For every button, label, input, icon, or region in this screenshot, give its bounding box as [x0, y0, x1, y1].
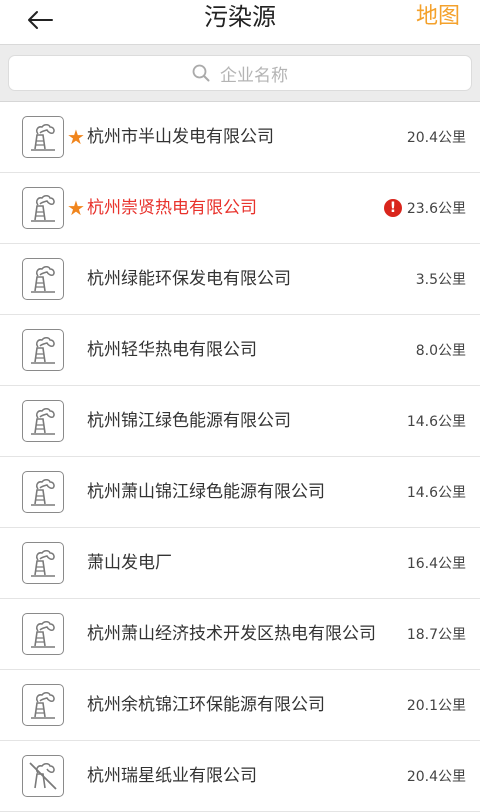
list-item[interactable]: 萧山发电厂 16.4公里 — [0, 528, 480, 599]
list-item[interactable]: 杭州锦江绿色能源有限公司 14.6公里 — [0, 386, 480, 457]
distance-label: 14.6公里 — [406, 485, 466, 501]
distance-label: 18.7公里 — [406, 627, 466, 643]
map-button[interactable]: 地图 — [416, 0, 460, 34]
factory-smoke-icon — [22, 187, 64, 229]
distance-label: 20.4公里 — [406, 769, 466, 785]
company-name: 杭州余杭锦江环保能源有限公司 — [87, 695, 325, 715]
list-item[interactable]: 杭州萧山经济技术开发区热电有限公司 18.7公里 — [0, 599, 480, 670]
distance-label: 23.6公里 — [406, 201, 466, 217]
star-icon: ★ — [67, 125, 85, 149]
factory-smoke-icon — [22, 542, 64, 584]
factory-disabled-icon — [22, 755, 64, 797]
distance-label: 3.5公里 — [415, 272, 466, 288]
search-placeholder: 企业名称 — [220, 65, 288, 86]
distance-label: 20.4公里 — [406, 130, 466, 146]
list-item[interactable]: ★ 杭州市半山发电有限公司 20.4公里 — [0, 102, 480, 173]
company-name: 萧山发电厂 — [87, 553, 172, 573]
factory-smoke-icon — [22, 684, 64, 726]
company-name: 杭州萧山锦江绿色能源有限公司 — [87, 482, 325, 502]
company-name: 杭州市半山发电有限公司 — [87, 127, 274, 147]
list-item[interactable]: 杭州瑞星纸业有限公司 20.4公里 — [0, 741, 480, 812]
company-name: 杭州绿能环保发电有限公司 — [87, 269, 291, 289]
alert-icon: ! — [384, 199, 402, 217]
distance-label: 8.0公里 — [415, 343, 466, 359]
distance-label: 14.6公里 — [406, 414, 466, 430]
list-item[interactable]: 杭州萧山锦江绿色能源有限公司 14.6公里 — [0, 457, 480, 528]
company-list: ★ 杭州市半山发电有限公司 20.4公里 ★ 杭州崇贤热电有限公司! 23.6公里 杭州绿能… — [0, 102, 480, 812]
factory-smoke-icon — [22, 613, 64, 655]
list-item[interactable]: ★ 杭州崇贤热电有限公司! 23.6公里 — [0, 173, 480, 244]
factory-smoke-icon — [22, 116, 64, 158]
page-title: 污染源 — [204, 3, 276, 31]
factory-smoke-icon — [22, 329, 64, 371]
factory-smoke-icon — [22, 400, 64, 442]
factory-smoke-icon — [22, 258, 64, 300]
nav-bar: 污染源 地图 — [0, 0, 480, 45]
company-name: 杭州瑞星纸业有限公司 — [87, 766, 257, 786]
company-name: 杭州轻华热电有限公司 — [87, 340, 257, 360]
star-icon: ★ — [67, 196, 85, 220]
company-name: 杭州萧山经济技术开发区热电有限公司 — [87, 624, 376, 644]
distance-label: 16.4公里 — [406, 556, 466, 572]
list-item[interactable]: 杭州轻华热电有限公司 8.0公里 — [0, 315, 480, 386]
list-item[interactable]: 杭州绿能环保发电有限公司 3.5公里 — [0, 244, 480, 315]
search-bar: 企业名称 — [0, 45, 480, 102]
list-item[interactable]: 杭州余杭锦江环保能源有限公司 20.1公里 — [0, 670, 480, 741]
search-icon — [192, 64, 210, 82]
factory-smoke-icon — [22, 471, 64, 513]
company-name: 杭州锦江绿色能源有限公司 — [87, 411, 291, 431]
search-input[interactable]: 企业名称 — [8, 55, 472, 91]
distance-label: 20.1公里 — [406, 698, 466, 714]
company-name: 杭州崇贤热电有限公司 — [87, 198, 257, 218]
